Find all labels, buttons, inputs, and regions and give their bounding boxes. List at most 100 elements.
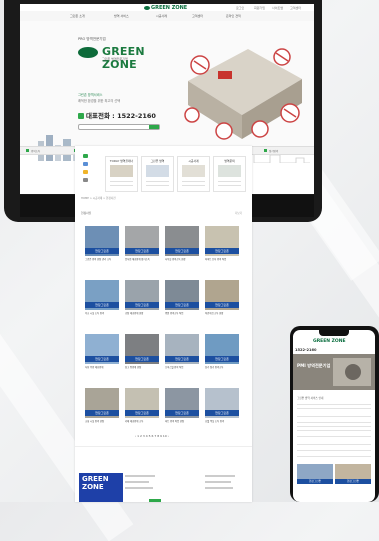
nav-item[interactable]: 방역 서비스 — [114, 14, 129, 18]
gallery-card[interactable]: 현장그린존오피스텔 방역 작업 — [165, 334, 199, 375]
photo-label: 현장그린존 — [125, 356, 159, 362]
gallery-card[interactable]: 현장그린존병원 방역소독 작업 — [165, 280, 199, 321]
service-card[interactable]: 방역문의 — [213, 156, 246, 192]
gallery-caption: 병원 방역소독 작업 — [165, 312, 184, 315]
gallery-card[interactable]: 현장그린존아파트 단지 방역 작업 — [205, 226, 239, 267]
gallery-caption: 교회 시설 방역 현장 — [85, 420, 105, 423]
gallery-caption: 아파트 단지 방역 작업 — [205, 258, 227, 261]
gallery-card[interactable]: 현장그린존학교 시설 소독 방역 — [85, 280, 119, 321]
photo-label: 현장그린존 — [205, 356, 239, 362]
photo-label: 현장그린존 — [165, 248, 199, 254]
gallery-card[interactable]: 현장그린존어린이집 소독 현장 — [205, 280, 239, 321]
gallery-photo: 현장그린존 — [205, 226, 239, 256]
gallery-card[interactable]: 현장그린존공장 해충방제 현장 — [125, 280, 159, 321]
hero-kicker: PRO 방역전문기업 — [78, 37, 106, 41]
house-floorplan-illustration — [184, 48, 302, 140]
mobile-logo[interactable]: GREEN ZONE — [313, 339, 346, 344]
photo-label: 현장그린존 — [85, 302, 119, 308]
gallery-card[interactable]: 현장그린존창고 쥐방제 현장 — [125, 334, 159, 375]
nav-item[interactable]: 고객센터 — [192, 14, 203, 18]
quote-search-bar[interactable] — [78, 124, 160, 130]
mobile-card[interactable]: 현장그린존 — [297, 464, 333, 490]
gallery-caption: 창고 쥐방제 현장 — [125, 366, 142, 369]
gallery-photo: 현장그린존 — [85, 388, 119, 418]
breadcrumb: HOME > 시공사례 > 현장사진 — [81, 197, 116, 200]
kakao-icon — [83, 170, 88, 174]
gallery-caption: 음식점 해충방제 정기소독 — [125, 258, 150, 261]
photo-label: 현장그린존 — [85, 356, 119, 362]
photo-label: 현장그린존 — [165, 302, 199, 308]
photo-label: 현장그린존 — [165, 410, 199, 416]
photo-label: 현장그린존 — [125, 248, 159, 254]
photo-label: 현장그린존 — [125, 302, 159, 308]
photo-label: 현장그린존 — [165, 356, 199, 362]
mobile-intro: 그린존 방역 서비스 안내 — [297, 397, 324, 400]
mobile-screen: GREEN ZONE 1522-2160 PMI 방역전문기업 그린존 방역 서… — [293, 330, 375, 502]
gallery-photo: 현장그린존 — [165, 334, 199, 364]
chat-icon — [83, 162, 88, 166]
mobile-device: GREEN ZONE 1522-2160 PMI 방역전문기업 그린존 방역 서… — [290, 326, 379, 502]
site-footer: GREEN ZONE — [75, 446, 252, 502]
nav-item[interactable]: 온라인 견적 — [226, 14, 241, 18]
gallery-caption: 마트 방역 작업 현장 — [165, 420, 185, 423]
pagination[interactable]: ‹ 1 2 3 4 5 6 7 8 9 10 › — [135, 434, 169, 438]
gallery-card[interactable]: 현장그린존 카페 해충방제 소독 — [125, 388, 159, 429]
more-link[interactable]: 더보기 — [235, 211, 242, 215]
gallery-caption: 사무실 방역소독 현장 — [165, 258, 186, 261]
mobile-phone-number[interactable]: 1522-2160 — [295, 348, 317, 352]
gallery-caption: 식당 주방 해충방제 — [85, 366, 104, 369]
nav-item[interactable]: 시공사례 — [156, 14, 167, 18]
gallery-caption: 학교 시설 소독 방역 — [85, 312, 105, 315]
gallery-caption: 공장 해충방제 현장 — [125, 312, 144, 315]
gallery-card[interactable]: 현장그린존음식점 해충방제 정기소독 — [125, 226, 159, 267]
mobile-hero-photo — [293, 354, 375, 390]
gallery-card[interactable]: 현장그린존그린존 방역 현장 관리 소독 — [85, 226, 119, 267]
topbar-link[interactable]: 로그인 — [236, 6, 244, 10]
topbar-link[interactable]: 사이트맵 — [272, 6, 283, 10]
hero-line-2: 쾌적한 환경을 위한 최고의 선택 — [78, 99, 121, 103]
section-title: 현장사진 — [81, 211, 92, 215]
gallery-photo: 현장그린존 — [165, 280, 199, 310]
topbar-link[interactable]: 회원가입 — [254, 6, 265, 10]
info-item: 정기방역 — [269, 150, 279, 153]
location-icon — [83, 154, 88, 158]
photo-label: 현장그린존 — [85, 410, 119, 416]
photo-label: 현장그린존 — [205, 302, 239, 308]
gallery-caption: 오피스텔 방역 작업 — [165, 366, 184, 369]
gallery-caption: 그린존 방역 현장 관리 소독 — [85, 258, 112, 261]
gallery-card[interactable]: 현장그린존상가 정기 방역소독 — [205, 334, 239, 375]
gallery-card[interactable]: 현장그린존사무실 방역소독 현장 — [165, 226, 199, 267]
mobile-hero: PMI 방역전문기업 — [293, 354, 375, 390]
photo-label: 현장그린존 — [125, 410, 159, 416]
service-card[interactable]: 시공사례 — [177, 156, 210, 192]
service-card[interactable]: TODAY 방역플래너 — [105, 156, 138, 192]
gallery-photo: 현장그린존 — [125, 388, 159, 418]
photo-label: 현장그린존 — [85, 248, 119, 254]
mobile-card[interactable]: 현장그린존 — [335, 464, 371, 490]
gallery-photo: 현장그린존 — [125, 226, 159, 256]
long-page-preview: TODAY 방역플래너 그린존 방역 시공사례 방역문의 HOME > 시공사례… — [75, 146, 252, 502]
gallery-card[interactable]: 현장그린존 호텔 객실 소독 방역 — [205, 388, 239, 429]
gallery-caption: 상가 정기 방역소독 — [205, 366, 224, 369]
gallery-caption: 어린이집 소독 현장 — [205, 312, 224, 315]
gallery-photo: 현장그린존 — [165, 388, 199, 418]
photo-label: 현장그린존 — [205, 410, 239, 416]
hero-banner — [20, 21, 314, 163]
phone-icon — [78, 113, 84, 119]
nav-item[interactable]: 그린존 소개 — [70, 14, 85, 18]
gallery-photo: 현장그린존 — [85, 226, 119, 256]
gallery-card[interactable]: 현장그린존교회 시설 방역 현장 — [85, 388, 119, 429]
gallery-photo: 현장그린존 — [205, 388, 239, 418]
gallery-photo: 현장그린존 — [165, 226, 199, 256]
service-card[interactable]: 그린존 방역 — [141, 156, 174, 192]
phone-number[interactable]: 대표전화 : 1522-2160 — [78, 110, 156, 120]
hero-line-1: 그린존 방역서비스 — [78, 93, 103, 97]
photo-label: 현장그린존 — [205, 248, 239, 254]
top-icon — [83, 178, 88, 182]
gallery-card[interactable]: 현장그린존마트 방역 작업 현장 — [165, 388, 199, 429]
gallery-card[interactable]: 현장그린존식당 주방 해충방제 — [85, 334, 119, 375]
topbar-link[interactable]: 고객센터 — [290, 6, 301, 10]
footer-logo: GREEN ZONE — [79, 473, 123, 502]
hero-brand-logo: GREEN ZONE 그린존 방역전문기업 — [78, 45, 170, 71]
info-item: 방역소독 — [31, 150, 41, 153]
